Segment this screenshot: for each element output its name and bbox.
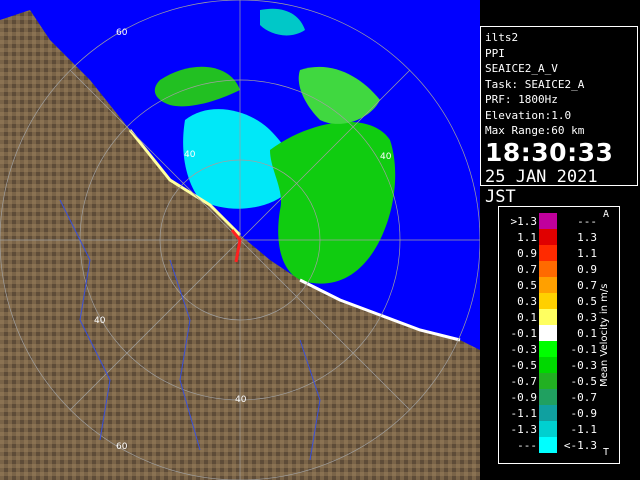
elevation-value: Elevation:1.0 (485, 108, 572, 122)
legend-color-swatch (539, 437, 557, 453)
legend-color-swatch (539, 261, 557, 277)
legend-color-swatch (539, 245, 557, 261)
scan-date: 25 JAN 2021 JST (485, 166, 598, 207)
legend-lower-value: 0.7 (517, 263, 537, 276)
legend-color-swatch (539, 421, 557, 437)
legend-upper-value: 0.9 (577, 263, 597, 276)
legend-color-swatch (539, 277, 557, 293)
range-label: 40 (94, 316, 106, 326)
legend-lower-value: 0.3 (517, 295, 537, 308)
legend-lower-value: 1.1 (517, 231, 537, 244)
legend-lower-value: -0.7 (510, 375, 538, 388)
legend-color-swatch (539, 357, 557, 373)
range-label: 40 (235, 395, 247, 405)
legend-upper-value: 0.3 (577, 311, 597, 324)
max-range-value: Max Range:60 km (485, 124, 585, 137)
range-label: 60 (116, 28, 128, 38)
legend-color-swatch (539, 405, 557, 421)
legend-upper-value: -0.1 (570, 343, 598, 356)
legend-lower-value: 0.1 (517, 311, 537, 324)
legend-corner-bottom: T (603, 447, 610, 458)
legend-lower-value: -1.1 (510, 407, 538, 420)
legend-color-swatch (539, 229, 557, 245)
legend-lower-value: 0.5 (517, 279, 537, 292)
legend-color-swatch (539, 341, 557, 357)
legend-corner-top: A (603, 209, 610, 220)
legend-color-swatch (539, 309, 557, 325)
radar-ppi-display: 60 40 40 40 40 60 (0, 0, 480, 480)
range-label: 60 (116, 442, 128, 452)
scan-time: 18:30:33 (485, 137, 614, 167)
legend-upper-value: --- (577, 215, 597, 228)
range-label: 40 (184, 150, 196, 160)
legend-color-swatch (539, 325, 557, 341)
legend-upper-value: <-1.3 (563, 439, 597, 452)
legend-color-swatch (539, 293, 557, 309)
legend-title: Mean Velocity in m/s (599, 283, 610, 387)
legend-color-swatch (539, 373, 557, 389)
legend-lower-value: --- (517, 439, 537, 452)
legend-upper-value: -0.5 (570, 375, 598, 388)
legend-lower-value: >1.3 (510, 215, 538, 228)
legend-lower-value: -0.5 (510, 359, 538, 372)
legend-color-swatch (539, 213, 557, 229)
site-name: ilts2 (485, 31, 519, 44)
radar-map-svg (0, 0, 480, 480)
legend-lower-value: 0.9 (517, 247, 537, 260)
legend-upper-value: 1.3 (577, 231, 597, 244)
task-name: Task: SEAICE2_A (485, 77, 585, 91)
legend-lower-value: -1.3 (510, 423, 538, 436)
legend-lower-value: -0.1 (510, 327, 538, 340)
prf-value: PRF: 1800Hz (485, 93, 558, 106)
legend-upper-value: -0.9 (570, 407, 598, 420)
legend-upper-value: 0.5 (577, 295, 597, 308)
velocity-legend: >1.3 --- 1.1 1.3 0.9 1.1 0.7 0.9 0.5 0.7 0.3 0.5 0.1… (498, 206, 620, 464)
legend-upper-value: 1.1 (577, 247, 597, 260)
legend-upper-value: -0.3 (570, 359, 598, 372)
scan-info-panel: ilts2 PPI SEAICE2_A_V Task: SEAICE2_A PR… (480, 26, 638, 207)
legend-upper-value: 0.1 (577, 327, 597, 340)
scan-type: PPI (485, 46, 505, 60)
legend-lower-value: -0.9 (510, 391, 538, 404)
range-label: 40 (380, 152, 392, 162)
legend-lower-value: -0.3 (510, 343, 538, 356)
legend-upper-value: 0.7 (577, 279, 597, 292)
product-name: SEAICE2_A_V (485, 62, 558, 75)
legend-upper-value: -0.7 (570, 391, 598, 404)
legend-upper-value: -1.1 (570, 423, 598, 436)
legend-color-swatch (539, 389, 557, 405)
